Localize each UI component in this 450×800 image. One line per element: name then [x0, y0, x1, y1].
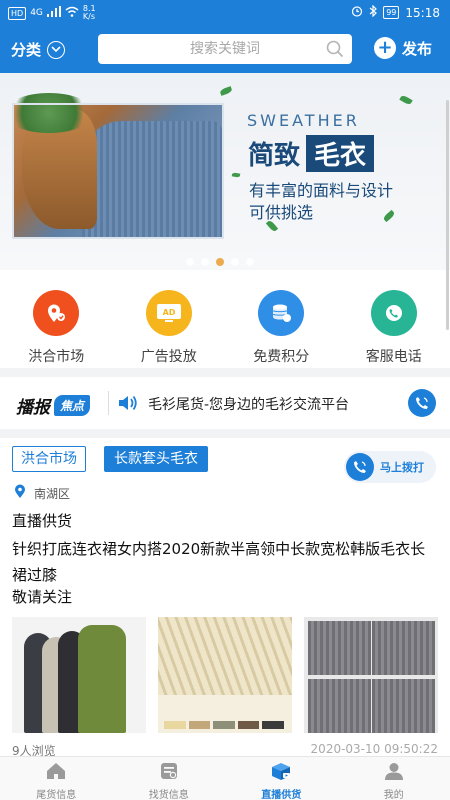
tag-market[interactable]: 洪合市场: [12, 446, 86, 472]
signal-label: 4G: [30, 8, 43, 18]
search-input[interactable]: [98, 34, 352, 64]
post-images: [12, 617, 438, 733]
publish-label: 发布: [402, 39, 433, 58]
call-now-label: 马上拨打: [380, 461, 424, 474]
clock-time: 15:18: [405, 5, 440, 20]
plus-icon: +: [374, 37, 396, 59]
banner-subtitle-line1: 有丰富的面料与设计: [249, 181, 394, 200]
call-now-button[interactable]: 马上拨打: [344, 451, 436, 483]
quick-menu-market[interactable]: 洪合市场: [0, 270, 113, 368]
net-speed: 8.1 K/s: [82, 4, 96, 21]
publish-button[interactable]: + 发布: [374, 37, 432, 59]
post-title: 直播供货: [12, 512, 73, 530]
tab-find-goods[interactable]: 找货信息: [113, 757, 226, 800]
carousel-dot[interactable]: [231, 258, 239, 266]
post-timestamp: 2020-03-10 09:50:22: [310, 742, 438, 756]
tab-label: 我的: [383, 790, 404, 800]
post-location: 南湖区: [14, 484, 70, 502]
top-bar: 分类 + 发布: [0, 26, 450, 73]
view-count: 9人浏览: [12, 744, 56, 756]
tab-live-supply[interactable]: 直播供货: [225, 757, 338, 800]
quick-menu-service-phone[interactable]: 客服电话: [338, 270, 450, 368]
tag-category[interactable]: 长款套头毛衣: [104, 446, 208, 472]
post-sign-off: 敬请关注: [12, 588, 73, 606]
tab-label: 尾货信息: [36, 790, 77, 800]
quick-menu-label: 洪合市场: [28, 349, 85, 365]
phone-icon: [370, 290, 417, 336]
news-ticker[interactable]: 播报 焦点 毛衫尾货-您身边的毛衫交流平台: [0, 377, 450, 429]
speaker-icon: [117, 393, 139, 417]
category-button[interactable]: 分类: [11, 39, 66, 60]
tab-label: 找货信息: [148, 790, 189, 800]
scrollbar[interactable]: [446, 100, 449, 330]
ticker-brand: 播报 焦点: [16, 393, 91, 418]
quick-menu-label: 客服电话: [365, 349, 422, 365]
user-icon: [383, 761, 405, 785]
search-icon[interactable]: [326, 40, 344, 62]
signal-icon: [46, 6, 61, 20]
banner-photo: [4, 93, 224, 239]
carousel-dot-active[interactable]: [216, 258, 224, 266]
carousel-dot[interactable]: [186, 258, 194, 266]
ad-icon: AD: [145, 290, 192, 336]
map-pin-icon: [33, 290, 80, 336]
carousel-dot[interactable]: [201, 258, 209, 266]
banner-subtitle-line2: 可供挑选: [249, 203, 314, 222]
category-label: 分类: [11, 41, 42, 59]
location-pin-icon: [14, 484, 26, 502]
coins-icon: [258, 290, 305, 336]
post-image[interactable]: [304, 617, 438, 733]
quick-menu: 洪合市场 AD 广告投放 免费积分 客服电话: [0, 270, 450, 368]
phone-icon: [346, 453, 374, 481]
chevron-down-icon: [47, 40, 66, 59]
quick-menu-ads[interactable]: AD 广告投放: [113, 270, 226, 368]
post-card[interactable]: 洪合市场 长款套头毛衣 马上拨打 南湖区 直播供货 针织打底连衣裙女内搭2020…: [0, 438, 450, 756]
alarm-icon: [351, 5, 363, 20]
tab-tail-goods[interactable]: 尾货信息: [0, 757, 113, 800]
quick-menu-label: 免费积分: [253, 349, 310, 365]
quick-menu-label: 广告投放: [140, 349, 197, 365]
carousel-dot[interactable]: [246, 258, 254, 266]
post-body: 针织打底连衣裙女内搭2020新款半高领中长款宽松韩版毛衣长裙过膝: [12, 540, 426, 584]
tab-me[interactable]: 我的: [338, 757, 450, 800]
bottom-tab-bar: 尾货信息 找货信息 直播供货 我的: [0, 756, 450, 800]
carousel-indicator: [186, 258, 254, 266]
ticker-text: 毛衫尾货-您身边的毛衫交流平台: [148, 397, 350, 413]
bluetooth-icon: [369, 4, 378, 20]
battery-icon: 99: [383, 6, 400, 19]
svg-text:AD: AD: [162, 308, 175, 317]
network-badge: HD: [8, 6, 27, 20]
section-divider: [0, 368, 450, 377]
live-box-icon: [270, 761, 292, 785]
home-icon: [45, 761, 67, 785]
status-bar: HD 4G 8.1 K/s 99 15:18: [0, 0, 450, 26]
section-divider: [0, 429, 450, 438]
post-image[interactable]: [12, 617, 146, 733]
phone-icon[interactable]: [408, 389, 436, 417]
promo-banner[interactable]: SWEATHER 简致 毛衣 有丰富的面料与设计 可供挑选: [0, 73, 450, 270]
banner-en-title: SWEATHER: [247, 111, 360, 130]
banner-cn-title: 简致 毛衣: [248, 135, 375, 172]
search-box: [98, 34, 352, 64]
wifi-icon: [65, 6, 79, 20]
list-icon: [158, 761, 180, 785]
quick-menu-points[interactable]: 免费积分: [225, 270, 338, 368]
post-image[interactable]: [158, 617, 292, 733]
tab-label: 直播供货: [261, 790, 302, 800]
